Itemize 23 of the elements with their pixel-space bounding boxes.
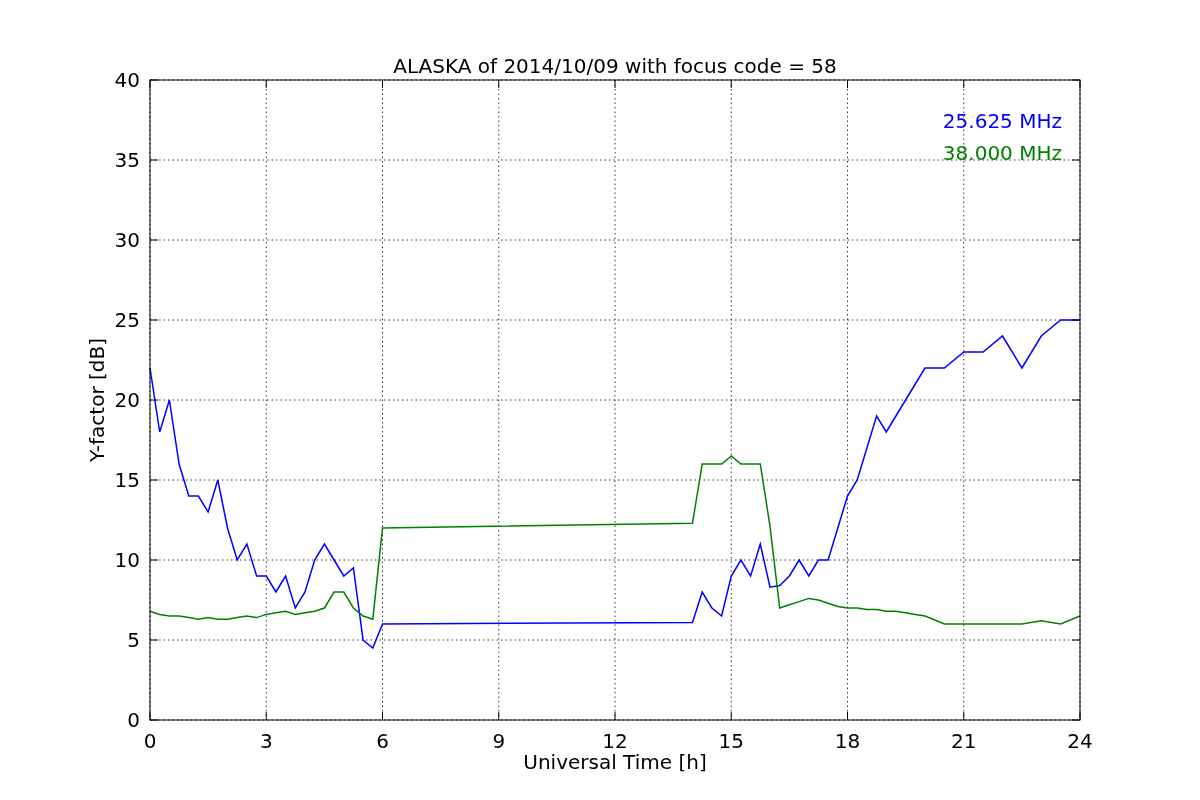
x-tick-label: 15	[718, 729, 744, 753]
legend-label: 25.625 MHz	[942, 109, 1062, 133]
y-tick-label: 20	[114, 388, 140, 412]
x-tick-label: 12	[602, 729, 628, 753]
y-axis-label: Y-factor [dB]	[85, 338, 109, 462]
y-tick-label: 35	[114, 148, 140, 172]
x-axis-label: Universal Time [h]	[523, 750, 707, 774]
y-tick-label: 5	[127, 628, 140, 652]
y-tick-label: 0	[127, 708, 140, 732]
x-tick-label: 9	[492, 729, 506, 753]
legend-label: 38.000 MHz	[942, 141, 1062, 165]
x-tick-label: 18	[834, 729, 861, 753]
chart-title: ALASKA of 2014/10/09 with focus code = 58	[393, 54, 837, 78]
y-tick-label: 30	[114, 228, 140, 252]
x-tick-label: 6	[376, 729, 389, 753]
y-tick-label: 40	[114, 68, 140, 92]
x-tick-label: 24	[1067, 729, 1093, 753]
y-tick-label: 10	[114, 548, 140, 572]
y-tick-label: 25	[114, 308, 140, 332]
x-tick-label: 3	[259, 729, 273, 753]
x-tick-label: 21	[951, 729, 977, 753]
x-tick-label: 0	[143, 729, 157, 753]
y-tick-label: 15	[114, 468, 140, 492]
